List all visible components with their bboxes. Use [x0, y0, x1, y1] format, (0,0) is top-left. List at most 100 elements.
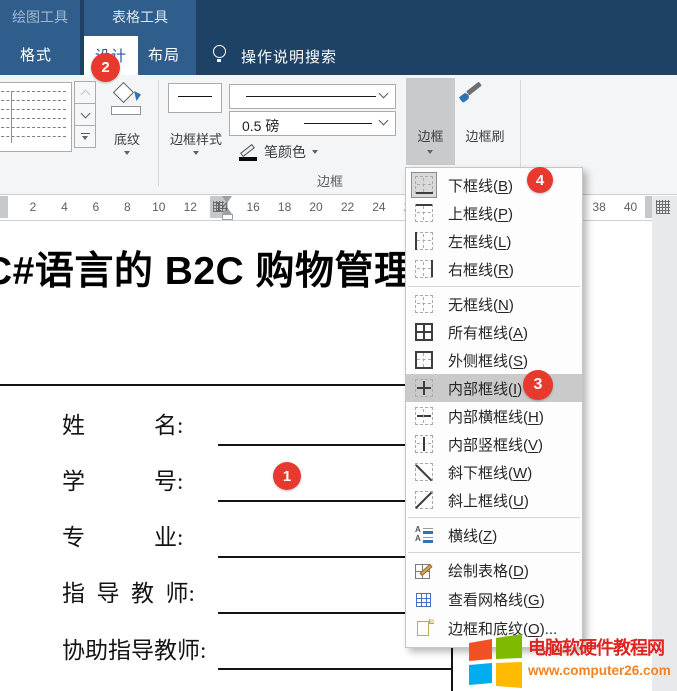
word-window: 绘图工具 表格工具 格式 设计 布局 操作说明搜索 底纹 [0, 0, 677, 691]
lightbulb-icon [213, 45, 226, 58]
shading-color-swatch [111, 106, 141, 115]
watermark-site-url: www.computer26.com [528, 663, 652, 678]
menu-item-diagonal-up-border[interactable]: 斜上框线(U) [406, 486, 582, 514]
menu-item-label: 内部横框线(H) [448, 406, 544, 427]
menu-item-label: 无框线(N) [448, 294, 514, 315]
menu-item-label: 内部框线(I) [448, 378, 522, 399]
windows-logo-icon [468, 634, 523, 690]
ruler-number: 24 [372, 200, 385, 214]
diagonal-down-border-icon [415, 463, 433, 481]
no-border-icon [415, 295, 433, 313]
menu-item-right-border[interactable]: 右框线(R) [406, 255, 582, 283]
borders-button-label: 边框 [406, 126, 455, 145]
form-label-major: 专 业: [62, 518, 183, 552]
menu-item-no-border[interactable]: 无框线(N) [406, 290, 582, 318]
shading-label: 底纹 [100, 129, 154, 148]
step-badge-3: 3 [523, 370, 553, 400]
table-styles-gallery[interactable] [0, 82, 72, 152]
contextual-tab-drawing-tools: 绘图工具 [0, 7, 80, 27]
menu-item-label: 右框线(R) [448, 259, 514, 280]
chevron-down-icon [80, 108, 90, 118]
line-style-combobox[interactable] [229, 84, 396, 109]
menu-item-draw-table[interactable]: 绘制表格(D) [406, 556, 582, 585]
menu-item-label: 上框线(P) [448, 203, 513, 224]
menu-item-inside-horizontal-border[interactable]: 内部横框线(H) [406, 402, 582, 430]
line-weight-combobox[interactable]: 0.5 磅 [229, 111, 396, 136]
menu-item-label: 内部竖框线(V) [448, 434, 543, 455]
dropdown-arrow-icon [427, 150, 433, 154]
gallery-scroll-up-button[interactable] [74, 81, 96, 104]
inside-borders-icon [415, 379, 433, 397]
site-watermark: 电脑软硬件教程网 www.computer26.com [468, 634, 652, 690]
menu-separator [408, 552, 580, 553]
border-styles-button[interactable]: 边框样式 [164, 79, 228, 165]
dropdown-arrow-icon [124, 151, 130, 155]
diagonal-up-border-icon [415, 491, 433, 509]
outside-borders-icon [415, 351, 433, 369]
chevron-down-icon [379, 116, 389, 126]
menu-item-label: 所有框线(A) [448, 322, 528, 343]
menu-item-label: 绘制表格(D) [448, 560, 529, 581]
menu-item-horizontal-line[interactable]: A A 横线(Z) [406, 521, 582, 549]
menu-item-label: 下框线(B) [448, 175, 513, 196]
pen-color-button[interactable]: 笔颜色 [238, 138, 318, 166]
menu-item-top-border[interactable]: 上框线(P) [406, 199, 582, 227]
ruler-number: 6 [93, 200, 100, 214]
menu-item-label: 查看网格线(G) [448, 589, 545, 610]
ruler-number: 20 [309, 200, 322, 214]
chevron-up-icon [80, 90, 90, 100]
menu-item-all-borders[interactable]: 所有框线(A) [406, 318, 582, 346]
ruler-number: 40 [624, 200, 637, 214]
ruler-number: 22 [341, 200, 354, 214]
step-badge-2: 2 [91, 53, 120, 82]
form-label-student-id: 学 号: [62, 462, 183, 496]
chevron-down-icon [379, 89, 389, 99]
line-weight-preview [304, 123, 372, 124]
line-weight-value: 0.5 磅 [242, 116, 279, 136]
paint-drip-icon [134, 91, 141, 101]
gallery-scroll-down-button[interactable] [74, 103, 96, 126]
ruler-number: 18 [278, 200, 291, 214]
tab-layout[interactable]: 布局 [148, 44, 180, 65]
form-label-name: 姓 名: [62, 406, 183, 440]
gallery-preview-line [11, 91, 12, 143]
menu-item-diagonal-down-border[interactable]: 斜下框线(W) [406, 458, 582, 486]
menu-separator [408, 286, 580, 287]
scrollbar-gutter[interactable] [652, 196, 677, 691]
left-indent-marker[interactable] [222, 214, 233, 220]
dropdown-arrow-icon [312, 150, 318, 154]
border-styles-label: 边框样式 [164, 129, 228, 148]
ruler-number: 8 [124, 200, 131, 214]
right-border-icon [415, 260, 433, 278]
dropdown-arrow-icon [193, 151, 199, 155]
borders-button[interactable]: 边框 [406, 78, 455, 165]
border-style-swatch [168, 83, 222, 113]
ruler-number: 16 [246, 200, 259, 214]
menu-item-view-gridlines[interactable]: 查看网格线(G) [406, 585, 582, 614]
table-top-border [0, 384, 454, 386]
menu-item-bottom-border[interactable]: 下框线(B) [406, 171, 582, 199]
menu-item-outside-borders[interactable]: 外侧框线(S) [406, 346, 582, 374]
pen-color-label: 笔颜色 [264, 142, 306, 162]
menu-item-label: 斜下框线(W) [448, 462, 532, 483]
menu-item-inside-borders[interactable]: 内部框线(I) [406, 374, 582, 402]
borders-group-label: 边框 [255, 171, 405, 190]
gallery-more-button[interactable] [74, 125, 96, 148]
ruler-number: 14 [215, 200, 228, 214]
menu-item-label: 外侧框线(S) [448, 350, 528, 371]
menu-item-left-border[interactable]: 左框线(L) [406, 227, 582, 255]
menu-item-label: 横线(Z) [448, 525, 497, 546]
tell-me-search[interactable]: 操作说明搜索 [241, 46, 337, 67]
line-style-preview [246, 96, 376, 97]
form-underline [218, 668, 452, 670]
ruler-number: 2 [30, 200, 37, 214]
shading-button[interactable]: 底纹 [100, 79, 154, 165]
menu-item-inside-vertical-border[interactable]: 内部竖框线(V) [406, 430, 582, 458]
contextual-tab-table-tools: 表格工具 [84, 7, 196, 27]
menu-separator [408, 517, 580, 518]
form-label-co-advisor: 协助指导教师: [62, 631, 206, 665]
gridlines-toggle-icon [656, 200, 670, 214]
ruler-number: 10 [152, 200, 165, 214]
tab-format[interactable]: 格式 [20, 44, 52, 65]
border-painter-button[interactable]: 边框刷 [456, 78, 514, 165]
